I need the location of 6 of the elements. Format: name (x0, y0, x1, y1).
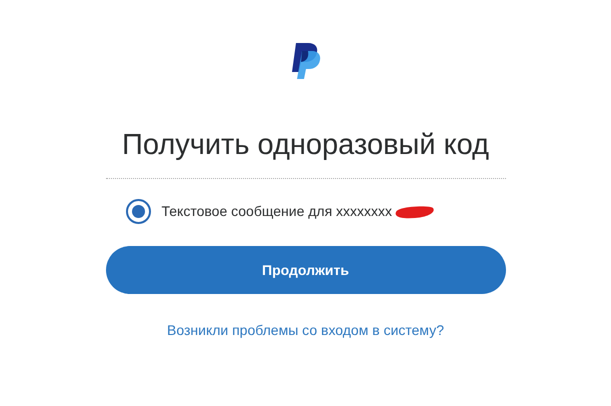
logo-icon (290, 43, 322, 79)
help-link[interactable]: Возникли проблемы со входом в систему? (167, 320, 444, 341)
page-title: Получить одноразовый код (122, 131, 490, 160)
option-label: Текстовое сообщение для xxxxxxxx (162, 202, 392, 221)
radio-button[interactable] (126, 199, 150, 224)
continue-button[interactable]: Продолжить (106, 246, 506, 294)
